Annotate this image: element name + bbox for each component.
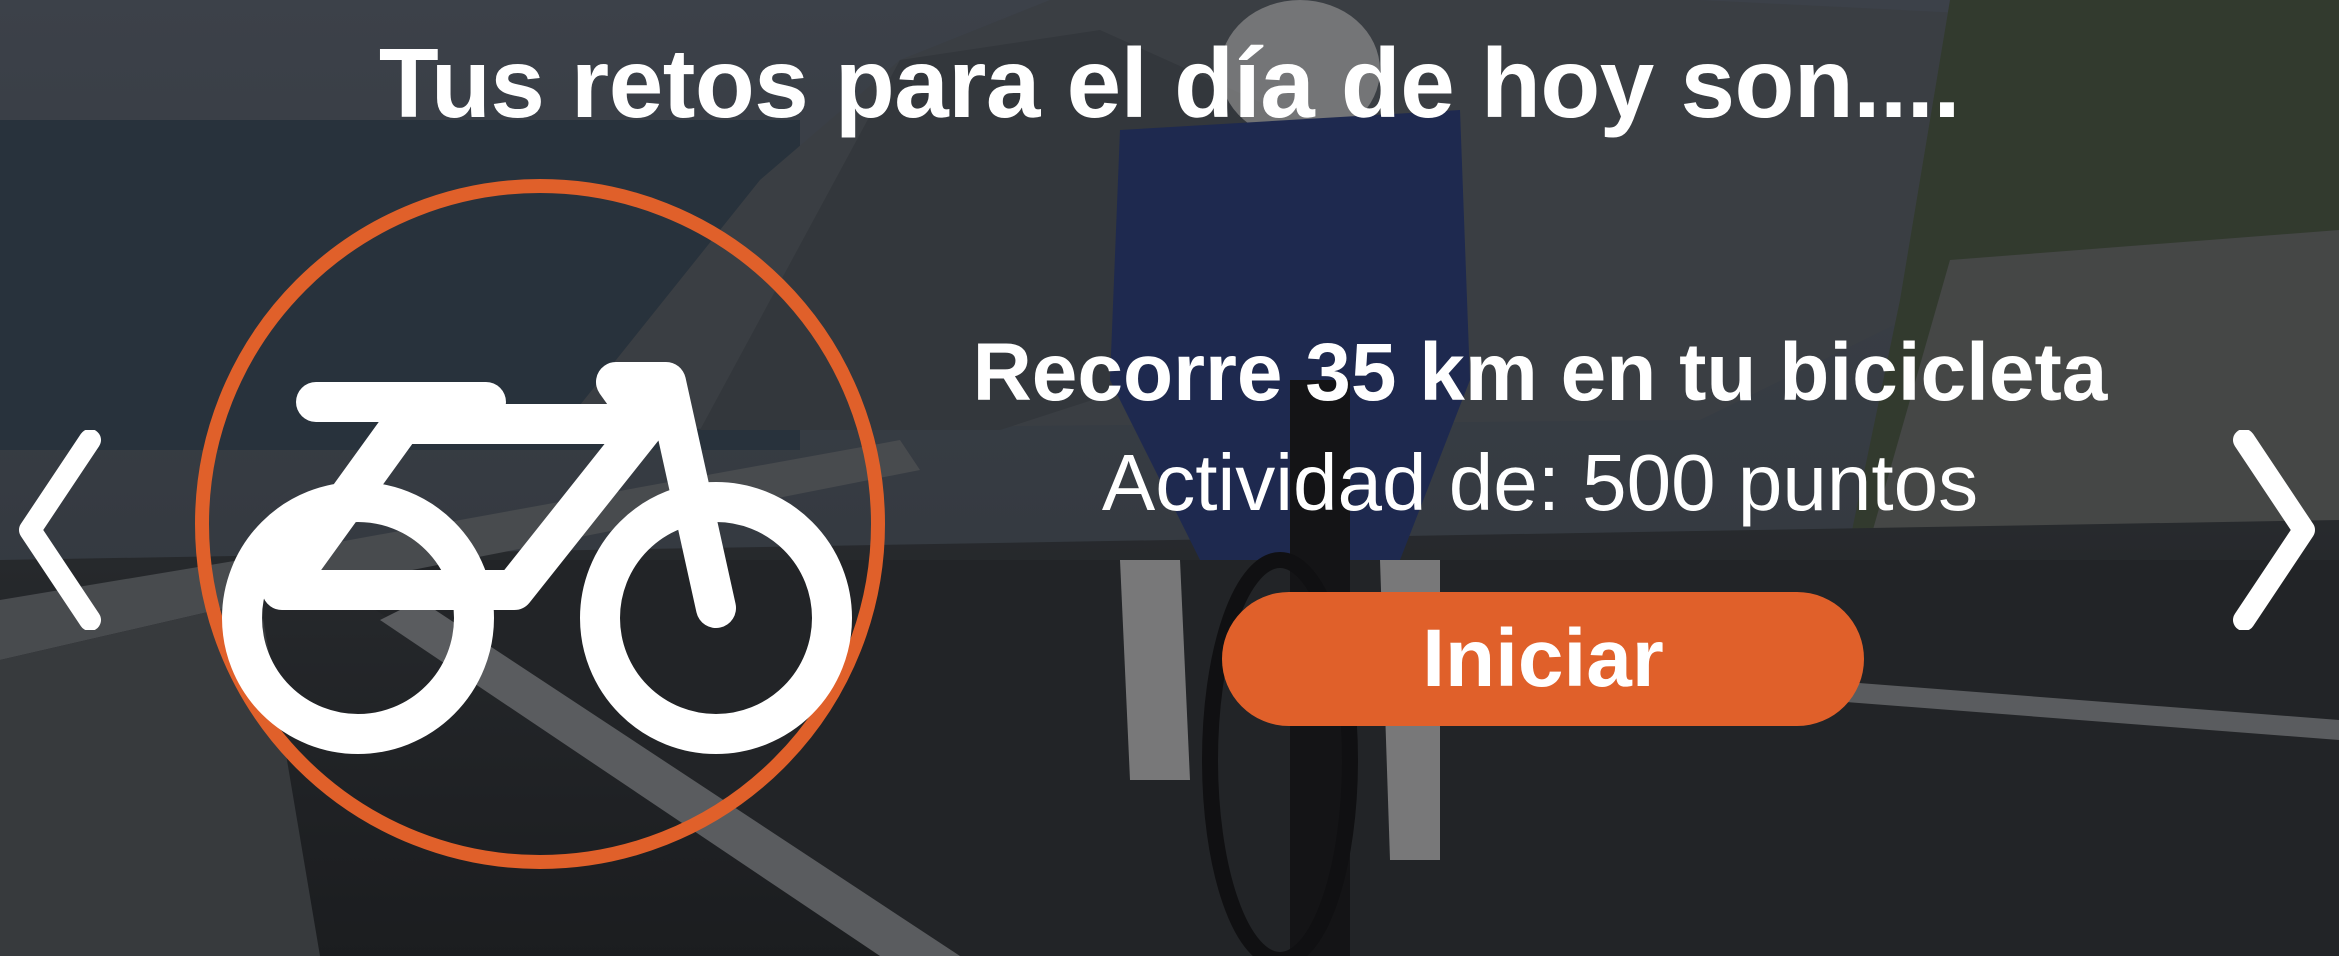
challenge-points: Actividad de: 500 puntos [1101,438,1979,527]
page-title: Tus retos para el día de hoy son.... [378,28,1961,138]
bicycle-icon [195,179,885,869]
start-button[interactable]: Iniciar [1222,592,1864,726]
chevron-right-icon [2233,429,2315,631]
chevron-left-icon [19,429,101,631]
challenge-title: Recorre 35 km en tu bicicleta [972,327,2108,418]
previous-button[interactable] [10,429,110,631]
next-button[interactable] [2224,429,2324,631]
challenge-info: Recorre 35 km en tu bicicleta Actividad … [880,318,2200,538]
challenge-icon-badge [186,170,894,878]
